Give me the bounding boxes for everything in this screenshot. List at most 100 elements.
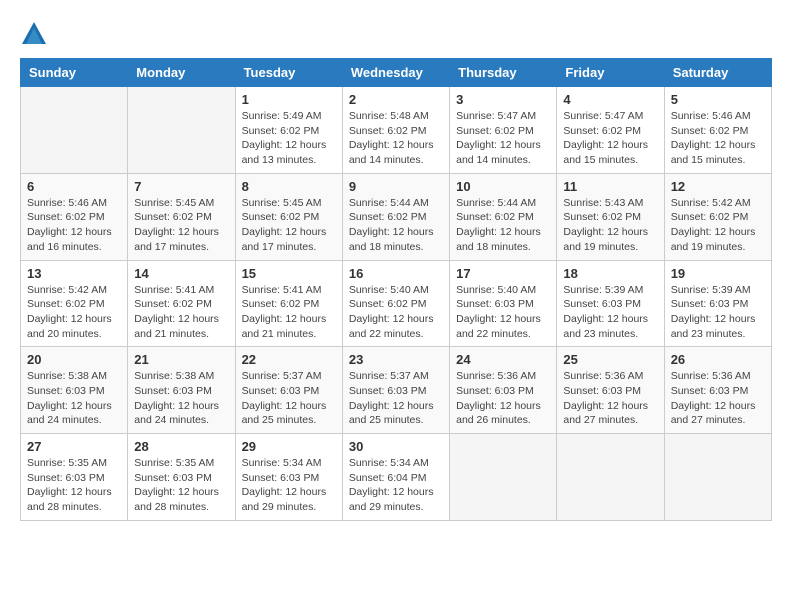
calendar-body: 1 Sunrise: 5:49 AM Sunset: 6:02 PM Daylig… [21,87,772,521]
calendar-cell: 14Sunrise: 5:41 AM Sunset: 6:02 PM Dayli… [128,260,235,347]
logo-icon [20,20,48,48]
day-number: 18 [563,266,657,281]
calendar-cell: 4 Sunrise: 5:47 AM Sunset: 6:02 PM Daylig… [557,87,664,174]
day-number: 17 [456,266,550,281]
calendar-cell: 27 Sunrise: 5:35 AM Sunset: 6:03 PM Dayli… [21,434,128,521]
day-info: Sunrise: 5:34 AM Sunset: 6:03 PM Dayligh… [242,456,336,515]
day-info: Sunrise: 5:47 AM Sunset: 6:02 PM Dayligh… [563,109,657,168]
day-info: Sunrise: 5:37 AM Sunset: 6:03 PM Dayligh… [242,369,336,428]
calendar-cell: 30 Sunrise: 5:34 AM Sunset: 6:04 PM Dayli… [342,434,449,521]
calendar-cell: 13 Sunrise: 5:42 AM Sunset: 6:02 PM Dayli… [21,260,128,347]
day-info: Sunrise: 5:44 AM Sunset: 6:02 PM Dayligh… [456,196,550,255]
day-info: Sunrise: 5:35 AM Sunset: 6:03 PM Dayligh… [134,456,228,515]
calendar-cell [21,87,128,174]
calendar-cell [664,434,771,521]
day-number: 19 [671,266,765,281]
day-info: Sunrise: 5:46 AM Sunset: 6:02 PM Dayligh… [27,196,121,255]
day-info: Sunrise: 5:35 AM Sunset: 6:03 PM Dayligh… [27,456,121,515]
calendar-cell: 3 Sunrise: 5:47 AM Sunset: 6:02 PM Daylig… [450,87,557,174]
calendar-cell: 12 Sunrise: 5:42 AM Sunset: 6:02 PM Dayli… [664,173,771,260]
calendar-cell: 11 Sunrise: 5:43 AM Sunset: 6:02 PM Dayli… [557,173,664,260]
day-number: 28 [134,439,228,454]
calendar-cell: 7 Sunrise: 5:45 AM Sunset: 6:02 PM Daylig… [128,173,235,260]
weekday-header-tuesday: Tuesday [235,59,342,87]
day-info: Sunrise: 5:36 AM Sunset: 6:03 PM Dayligh… [456,369,550,428]
calendar-cell: 25 Sunrise: 5:36 AM Sunset: 6:03 PM Dayli… [557,347,664,434]
day-info: Sunrise: 5:40 AM Sunset: 6:03 PM Dayligh… [456,283,550,342]
weekday-header-row: SundayMondayTuesdayWednesdayThursdayFrid… [21,59,772,87]
calendar-cell: 6Sunrise: 5:46 AM Sunset: 6:02 PM Daylig… [21,173,128,260]
day-number: 20 [27,352,121,367]
day-number: 29 [242,439,336,454]
day-info: Sunrise: 5:49 AM Sunset: 6:02 PM Dayligh… [242,109,336,168]
day-number: 1 [242,92,336,107]
day-number: 11 [563,179,657,194]
day-number: 14 [134,266,228,281]
calendar-week-4: 20 Sunrise: 5:38 AM Sunset: 6:03 PM Dayli… [21,347,772,434]
day-number: 30 [349,439,443,454]
day-info: Sunrise: 5:34 AM Sunset: 6:04 PM Dayligh… [349,456,443,515]
day-info: Sunrise: 5:39 AM Sunset: 6:03 PM Dayligh… [563,283,657,342]
weekday-header-thursday: Thursday [450,59,557,87]
calendar-header: SundayMondayTuesdayWednesdayThursdayFrid… [21,59,772,87]
day-number: 10 [456,179,550,194]
calendar-cell: 23Sunrise: 5:37 AM Sunset: 6:03 PM Dayli… [342,347,449,434]
logo [20,20,52,48]
day-number: 3 [456,92,550,107]
weekday-header-wednesday: Wednesday [342,59,449,87]
day-number: 15 [242,266,336,281]
day-number: 13 [27,266,121,281]
calendar-cell: 28 Sunrise: 5:35 AM Sunset: 6:03 PM Dayli… [128,434,235,521]
day-number: 5 [671,92,765,107]
day-info: Sunrise: 5:42 AM Sunset: 6:02 PM Dayligh… [27,283,121,342]
calendar-cell [128,87,235,174]
day-number: 22 [242,352,336,367]
calendar-cell: 5 Sunrise: 5:46 AM Sunset: 6:02 PM Daylig… [664,87,771,174]
day-info: Sunrise: 5:46 AM Sunset: 6:02 PM Dayligh… [671,109,765,168]
day-info: Sunrise: 5:43 AM Sunset: 6:02 PM Dayligh… [563,196,657,255]
calendar-cell: 17 Sunrise: 5:40 AM Sunset: 6:03 PM Dayli… [450,260,557,347]
calendar-cell: 19 Sunrise: 5:39 AM Sunset: 6:03 PM Dayli… [664,260,771,347]
calendar-cell: 29 Sunrise: 5:34 AM Sunset: 6:03 PM Dayli… [235,434,342,521]
calendar-cell: 8 Sunrise: 5:45 AM Sunset: 6:02 PM Daylig… [235,173,342,260]
calendar-cell: 15 Sunrise: 5:41 AM Sunset: 6:02 PM Dayli… [235,260,342,347]
calendar-week-2: 6Sunrise: 5:46 AM Sunset: 6:02 PM Daylig… [21,173,772,260]
calendar-cell [557,434,664,521]
day-number: 4 [563,92,657,107]
day-number: 25 [563,352,657,367]
day-info: Sunrise: 5:36 AM Sunset: 6:03 PM Dayligh… [563,369,657,428]
calendar-cell: 9 Sunrise: 5:44 AM Sunset: 6:02 PM Daylig… [342,173,449,260]
day-number: 7 [134,179,228,194]
day-info: Sunrise: 5:47 AM Sunset: 6:02 PM Dayligh… [456,109,550,168]
day-info: Sunrise: 5:44 AM Sunset: 6:02 PM Dayligh… [349,196,443,255]
page-header [20,20,772,48]
calendar-cell: 1 Sunrise: 5:49 AM Sunset: 6:02 PM Daylig… [235,87,342,174]
calendar-week-5: 27 Sunrise: 5:35 AM Sunset: 6:03 PM Dayli… [21,434,772,521]
day-info: Sunrise: 5:45 AM Sunset: 6:02 PM Dayligh… [242,196,336,255]
day-number: 8 [242,179,336,194]
calendar-cell [450,434,557,521]
day-info: Sunrise: 5:38 AM Sunset: 6:03 PM Dayligh… [27,369,121,428]
weekday-header-saturday: Saturday [664,59,771,87]
day-info: Sunrise: 5:39 AM Sunset: 6:03 PM Dayligh… [671,283,765,342]
day-number: 27 [27,439,121,454]
calendar-table: SundayMondayTuesdayWednesdayThursdayFrid… [20,58,772,521]
day-info: Sunrise: 5:45 AM Sunset: 6:02 PM Dayligh… [134,196,228,255]
day-info: Sunrise: 5:36 AM Sunset: 6:03 PM Dayligh… [671,369,765,428]
calendar-cell: 26 Sunrise: 5:36 AM Sunset: 6:03 PM Dayli… [664,347,771,434]
day-number: 2 [349,92,443,107]
day-number: 12 [671,179,765,194]
day-number: 9 [349,179,443,194]
calendar-cell: 24Sunrise: 5:36 AM Sunset: 6:03 PM Dayli… [450,347,557,434]
day-number: 21 [134,352,228,367]
day-info: Sunrise: 5:40 AM Sunset: 6:02 PM Dayligh… [349,283,443,342]
day-info: Sunrise: 5:42 AM Sunset: 6:02 PM Dayligh… [671,196,765,255]
day-number: 26 [671,352,765,367]
day-info: Sunrise: 5:41 AM Sunset: 6:02 PM Dayligh… [242,283,336,342]
calendar-cell: 16Sunrise: 5:40 AM Sunset: 6:02 PM Dayli… [342,260,449,347]
calendar-week-3: 13 Sunrise: 5:42 AM Sunset: 6:02 PM Dayli… [21,260,772,347]
calendar-cell: 21Sunrise: 5:38 AM Sunset: 6:03 PM Dayli… [128,347,235,434]
calendar-week-1: 1 Sunrise: 5:49 AM Sunset: 6:02 PM Daylig… [21,87,772,174]
calendar-cell: 2Sunrise: 5:48 AM Sunset: 6:02 PM Daylig… [342,87,449,174]
calendar-cell: 22 Sunrise: 5:37 AM Sunset: 6:03 PM Dayli… [235,347,342,434]
